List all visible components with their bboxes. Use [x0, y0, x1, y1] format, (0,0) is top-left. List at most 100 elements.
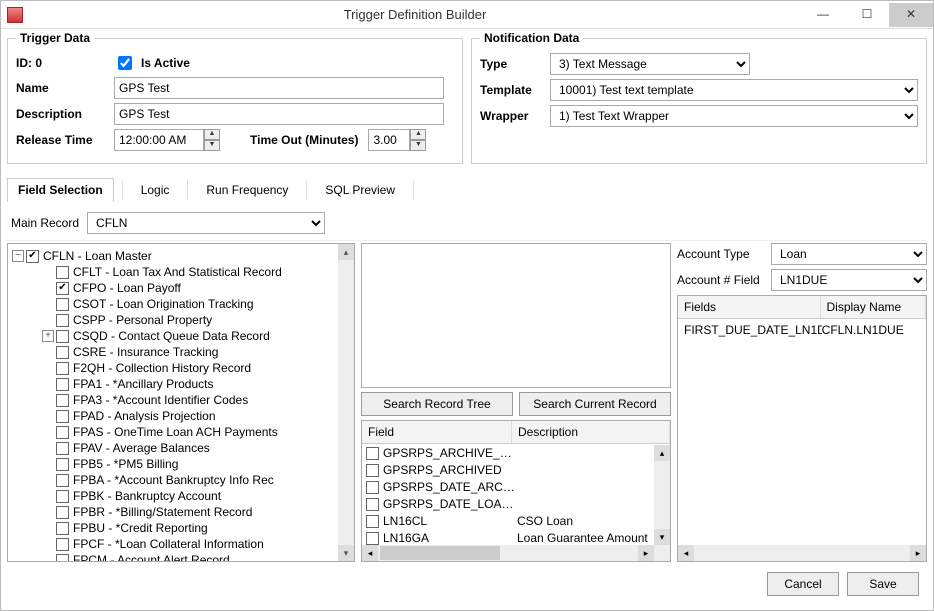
fieldlist-vscroll[interactable]: ▴ ▾ [654, 445, 670, 546]
tree-item[interactable]: FPA1 - *Ancillary Products [12, 376, 350, 392]
fields-header[interactable]: Fields [678, 296, 821, 318]
tree-checkbox[interactable] [56, 282, 69, 295]
is-active-checkbox[interactable] [118, 56, 132, 70]
field-header[interactable]: Field [362, 421, 512, 443]
field-checkbox[interactable] [366, 481, 379, 494]
scroll-right-icon[interactable]: ▸ [910, 545, 926, 561]
type-select[interactable]: 3) Text Message [550, 53, 750, 75]
tree-checkbox[interactable] [56, 298, 69, 311]
tree-item[interactable]: FPBA - *Account Bankruptcy Info Rec [12, 472, 350, 488]
field-row[interactable]: LN16CLCSO Loan [362, 513, 654, 530]
tree-checkbox[interactable] [56, 490, 69, 503]
tree-checkbox[interactable] [56, 330, 69, 343]
tree-item[interactable]: FPCM - Account Alert Record [12, 552, 350, 562]
scroll-left-icon[interactable]: ◂ [678, 545, 694, 561]
tree-item[interactable]: CFPO - Loan Payoff [12, 280, 350, 296]
field-row[interactable]: GPSRPS_DATE_ARCHIV... [362, 479, 654, 496]
tree-item[interactable]: FPBU - *Credit Reporting [12, 520, 350, 536]
tree-item[interactable]: CFLT - Loan Tax And Statistical Record [12, 264, 350, 280]
release-time-input[interactable] [114, 129, 204, 151]
field-row[interactable]: GPSRPS_DATE_LOADED [362, 496, 654, 513]
tree-checkbox[interactable] [56, 538, 69, 551]
scroll-down-icon[interactable]: ▾ [654, 529, 670, 545]
tree-item[interactable]: FPAS - OneTime Loan ACH Payments [12, 424, 350, 440]
scroll-up-icon[interactable]: ▴ [338, 244, 354, 260]
fieldlist-hscroll[interactable]: ◂ ▸ [362, 545, 654, 561]
account-type-select[interactable]: Loan [771, 243, 927, 265]
tree-checkbox[interactable] [56, 346, 69, 359]
expander-icon[interactable]: + [42, 330, 54, 342]
tree-item[interactable]: CSOT - Loan Origination Tracking [12, 296, 350, 312]
tree-checkbox[interactable] [56, 474, 69, 487]
cancel-button[interactable]: Cancel [767, 572, 839, 596]
template-select[interactable]: 10001) Test text template [550, 79, 918, 101]
tree-checkbox[interactable] [56, 426, 69, 439]
close-button[interactable]: ✕ [889, 3, 933, 27]
tree-item[interactable]: FPCF - *Loan Collateral Information [12, 536, 350, 552]
tree-checkbox[interactable] [56, 506, 69, 519]
minimize-button[interactable]: — [801, 3, 845, 27]
field-list[interactable]: Field Description GPSRPS_ARCHIVE_DRO...G… [361, 420, 671, 563]
description-header[interactable]: Description [512, 421, 670, 443]
selected-hscroll[interactable]: ◂ ▸ [678, 545, 926, 561]
field-search-input[interactable] [361, 243, 671, 388]
release-time-spinner[interactable]: ▲ ▼ [114, 129, 220, 151]
tree-item[interactable]: FPA3 - *Account Identifier Codes [12, 392, 350, 408]
tree-checkbox[interactable] [56, 314, 69, 327]
field-checkbox[interactable] [366, 464, 379, 477]
field-checkbox[interactable] [366, 515, 379, 528]
tree-checkbox[interactable] [56, 554, 69, 563]
tree-checkbox[interactable] [56, 458, 69, 471]
record-tree[interactable]: −CFLN - Loan MasterCFLT - Loan Tax And S… [7, 243, 355, 562]
tree-checkbox[interactable] [56, 394, 69, 407]
scroll-thumb[interactable] [380, 546, 500, 560]
display-name-header[interactable]: Display Name [821, 296, 927, 318]
tree-item[interactable]: FPB5 - *PM5 Billing [12, 456, 350, 472]
tree-checkbox[interactable] [56, 378, 69, 391]
search-record-tree-button[interactable]: Search Record Tree [361, 392, 513, 416]
account-num-field-select[interactable]: LN1DUE [771, 269, 927, 291]
selected-fields-list[interactable]: Fields Display Name FIRST_DUE_DATE_LN1DU… [677, 295, 927, 562]
timeout-up-icon[interactable]: ▲ [410, 129, 426, 140]
timeout-spinner[interactable]: ▲ ▼ [368, 129, 426, 151]
save-button[interactable]: Save [847, 572, 919, 596]
tab-logic[interactable]: Logic [131, 179, 180, 201]
tree-item[interactable]: FPAD - Analysis Projection [12, 408, 350, 424]
release-time-down-icon[interactable]: ▼ [204, 140, 220, 151]
selected-field-row[interactable]: FIRST_DUE_DATE_LN1DUECFLN.LN1DUE [678, 321, 926, 339]
field-checkbox[interactable] [366, 447, 379, 460]
tab-sql-preview[interactable]: SQL Preview [315, 179, 405, 201]
tree-checkbox[interactable] [56, 410, 69, 423]
field-row[interactable]: LN16GALoan Guarantee Amount [362, 530, 654, 546]
tree-checkbox[interactable] [26, 250, 39, 263]
tree-item[interactable]: F2QH - Collection History Record [12, 360, 350, 376]
tree-item[interactable]: FPAV - Average Balances [12, 440, 350, 456]
tree-item[interactable]: CSRE - Insurance Tracking [12, 344, 350, 360]
tree-checkbox[interactable] [56, 522, 69, 535]
field-row[interactable]: GPSRPS_ARCHIVED [362, 462, 654, 479]
timeout-down-icon[interactable]: ▼ [410, 140, 426, 151]
tab-field-selection[interactable]: Field Selection [7, 178, 114, 202]
main-record-select[interactable]: CFLN [87, 212, 325, 234]
search-current-record-button[interactable]: Search Current Record [519, 392, 671, 416]
scroll-up-icon[interactable]: ▴ [654, 445, 670, 461]
field-row[interactable]: GPSRPS_ARCHIVE_DRO... [362, 445, 654, 462]
tree-item[interactable]: FPBK - Bankruptcy Account [12, 488, 350, 504]
field-checkbox[interactable] [366, 532, 379, 545]
tab-run-frequency[interactable]: Run Frequency [196, 179, 298, 201]
name-input[interactable] [114, 77, 444, 99]
tree-checkbox[interactable] [56, 362, 69, 375]
tree-item[interactable]: FPBR - *Billing/Statement Record [12, 504, 350, 520]
description-input[interactable] [114, 103, 444, 125]
tree-root[interactable]: −CFLN - Loan Master [12, 248, 350, 264]
release-time-up-icon[interactable]: ▲ [204, 129, 220, 140]
scroll-left-icon[interactable]: ◂ [362, 545, 378, 561]
timeout-input[interactable] [368, 129, 410, 151]
maximize-button[interactable]: ☐ [845, 3, 889, 27]
tree-item[interactable]: CSPP - Personal Property [12, 312, 350, 328]
tree-checkbox[interactable] [56, 266, 69, 279]
field-checkbox[interactable] [366, 498, 379, 511]
scroll-right-icon[interactable]: ▸ [638, 545, 654, 561]
tree-scrollbar[interactable]: ▴ ▾ [338, 244, 354, 561]
scroll-down-icon[interactable]: ▾ [338, 545, 354, 561]
